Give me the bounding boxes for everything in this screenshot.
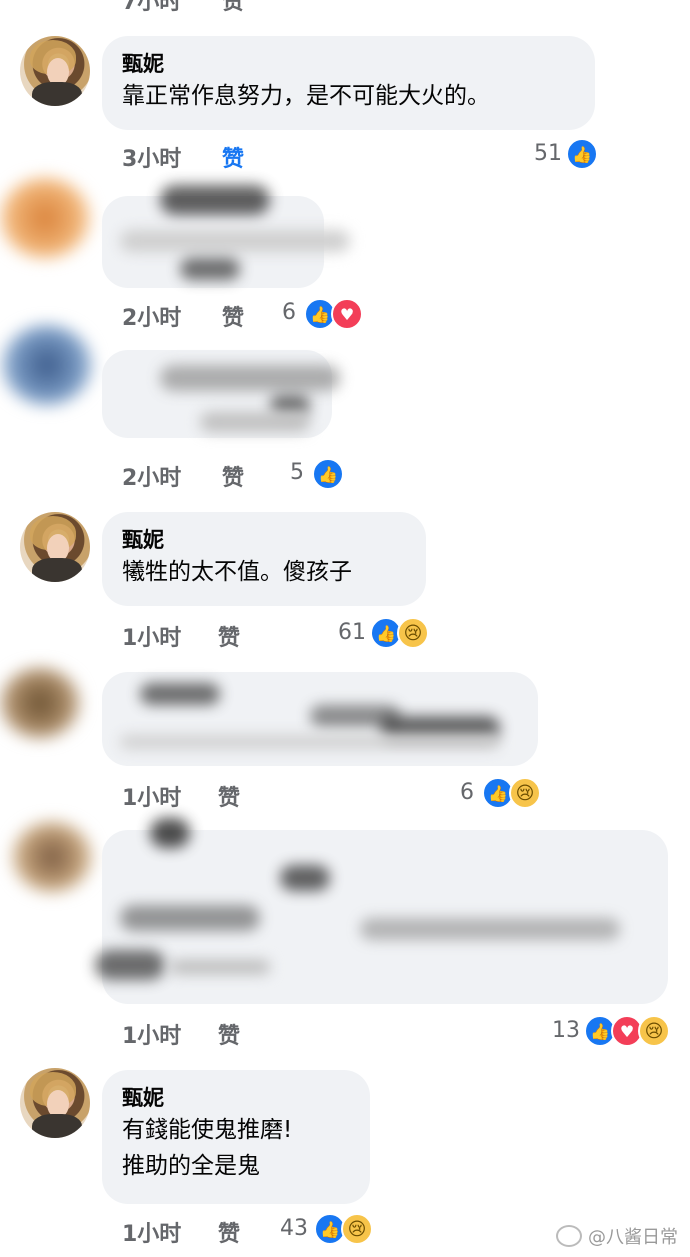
blurred-text: [280, 865, 330, 891]
reactions[interactable]: 👍 😢: [314, 1213, 373, 1245]
blurred-avatar[interactable]: [2, 325, 92, 405]
comment-text: 犧牲的太不值。傻孩子: [122, 559, 352, 585]
partial-like-button[interactable]: 赞: [222, 0, 244, 16]
comment-time: 1小时: [122, 786, 182, 811]
sad-reaction-icon: 😢: [509, 777, 541, 809]
comment-time: 2小时: [122, 466, 182, 491]
comment-author[interactable]: 甄妮: [122, 526, 406, 554]
like-reaction-icon: 👍: [566, 138, 598, 170]
reaction-count: 5: [290, 460, 304, 485]
like-button[interactable]: 赞: [222, 141, 244, 173]
blurred-text: [120, 735, 500, 749]
like-reaction-icon: 👍: [312, 458, 344, 490]
reactions[interactable]: 👍 ♥ 😢: [584, 1015, 670, 1047]
comment-bubble: 甄妮 有錢能使鬼推磨! 推助的全是鬼: [102, 1070, 370, 1204]
like-button[interactable]: 赞: [222, 300, 244, 332]
blurred-text: [160, 365, 340, 391]
blurred-text: [95, 950, 165, 980]
blurred-text: [140, 683, 220, 705]
reaction-count: 51: [534, 141, 562, 166]
reactions[interactable]: 👍 😢: [482, 777, 541, 809]
sad-reaction-icon: 😢: [638, 1015, 670, 1047]
comment-text: 靠正常作息努力，是不可能大火的。: [122, 83, 490, 109]
blurred-text: [120, 905, 260, 931]
comment-time: 3小时: [122, 147, 182, 172]
blurred-text: [360, 918, 620, 940]
watermark: @八酱日常: [556, 1223, 678, 1249]
blurred-text: [160, 185, 270, 215]
reactions[interactable]: 👍 😢: [370, 617, 429, 649]
like-button[interactable]: 赞: [222, 460, 244, 492]
avatar[interactable]: [20, 512, 90, 582]
comment-author[interactable]: 甄妮: [122, 1084, 350, 1112]
comment-author[interactable]: 甄妮: [122, 50, 575, 78]
weibo-logo-icon: [556, 1225, 582, 1247]
watermark-text: @八酱日常: [588, 1227, 678, 1248]
reactions[interactable]: 👍 ♥: [304, 298, 363, 330]
blurred-text: [120, 230, 350, 252]
like-button[interactable]: 赞: [218, 780, 240, 812]
reaction-count: 13: [552, 1018, 580, 1043]
blurred-avatar[interactable]: [12, 822, 92, 892]
reaction-count: 61: [338, 620, 366, 645]
blurred-text: [200, 412, 310, 432]
comment-bubble: 甄妮 靠正常作息努力，是不可能大火的。: [102, 36, 595, 130]
sad-reaction-icon: 😢: [341, 1213, 373, 1245]
comment-text-line-2: 推助的全是鬼: [122, 1153, 260, 1179]
blurred-avatar[interactable]: [0, 178, 90, 258]
comment-bubble: 甄妮 犧牲的太不值。傻孩子: [102, 512, 426, 606]
comment-time: 1小时: [122, 1024, 182, 1049]
partial-time: 7小时: [122, 0, 182, 15]
blurred-text: [150, 818, 190, 848]
like-button[interactable]: 赞: [218, 620, 240, 652]
comment-text-line-1: 有錢能使鬼推磨!: [122, 1117, 293, 1143]
like-button[interactable]: 赞: [218, 1018, 240, 1050]
reactions[interactable]: 👍: [312, 458, 344, 490]
comment-time: 1小时: [122, 1222, 182, 1247]
blurred-avatar[interactable]: [0, 668, 80, 738]
avatar[interactable]: [20, 1068, 90, 1138]
avatar[interactable]: [20, 36, 90, 106]
reaction-count: 6: [282, 300, 296, 325]
reactions[interactable]: 👍: [566, 138, 598, 170]
blurred-text: [180, 258, 240, 280]
like-button[interactable]: 赞: [218, 1216, 240, 1248]
sad-reaction-icon: 😢: [397, 617, 429, 649]
comment-time: 2小时: [122, 306, 182, 331]
comment-time: 1小时: [122, 626, 182, 651]
reaction-count: 43: [280, 1216, 308, 1241]
blurred-text: [170, 960, 270, 974]
love-reaction-icon: ♥: [331, 298, 363, 330]
reaction-count: 6: [460, 780, 474, 805]
